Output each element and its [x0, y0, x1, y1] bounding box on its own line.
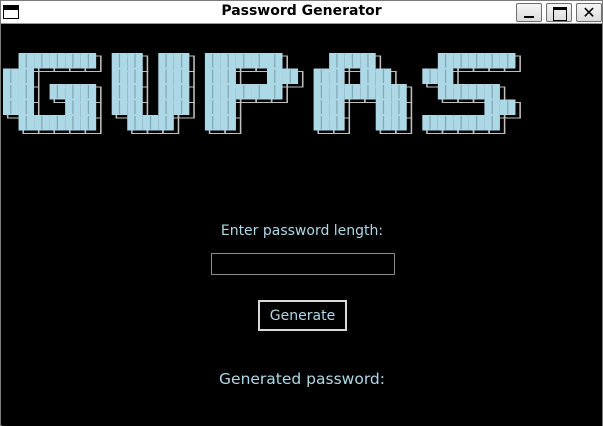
close-icon: ✕	[582, 3, 596, 22]
title-bar[interactable]: Password Generator ✕	[1, 1, 602, 24]
window-title: Password Generator	[221, 3, 382, 19]
banner-letter-p	[204, 53, 304, 134]
app-content: Enter password length: Generate Generate…	[2, 25, 602, 426]
banner-letter-s	[422, 53, 521, 134]
generate-button[interactable]: Generate	[258, 300, 347, 331]
maximize-button[interactable]	[546, 3, 572, 22]
password-length-input[interactable]	[211, 253, 395, 275]
app-window: Password Generator ✕ Enter password leng…	[0, 0, 603, 426]
length-label: Enter password length:	[220, 223, 384, 239]
banner-letter-a	[313, 53, 413, 134]
banner-glyphs	[3, 53, 521, 134]
banner-letter-u	[111, 53, 195, 134]
banner-letter-g	[3, 53, 102, 134]
banner-logo	[3, 53, 521, 134]
minimize-button[interactable]	[516, 3, 542, 22]
close-button[interactable]: ✕	[576, 3, 602, 22]
generated-password-label: Generated password:	[219, 370, 385, 388]
